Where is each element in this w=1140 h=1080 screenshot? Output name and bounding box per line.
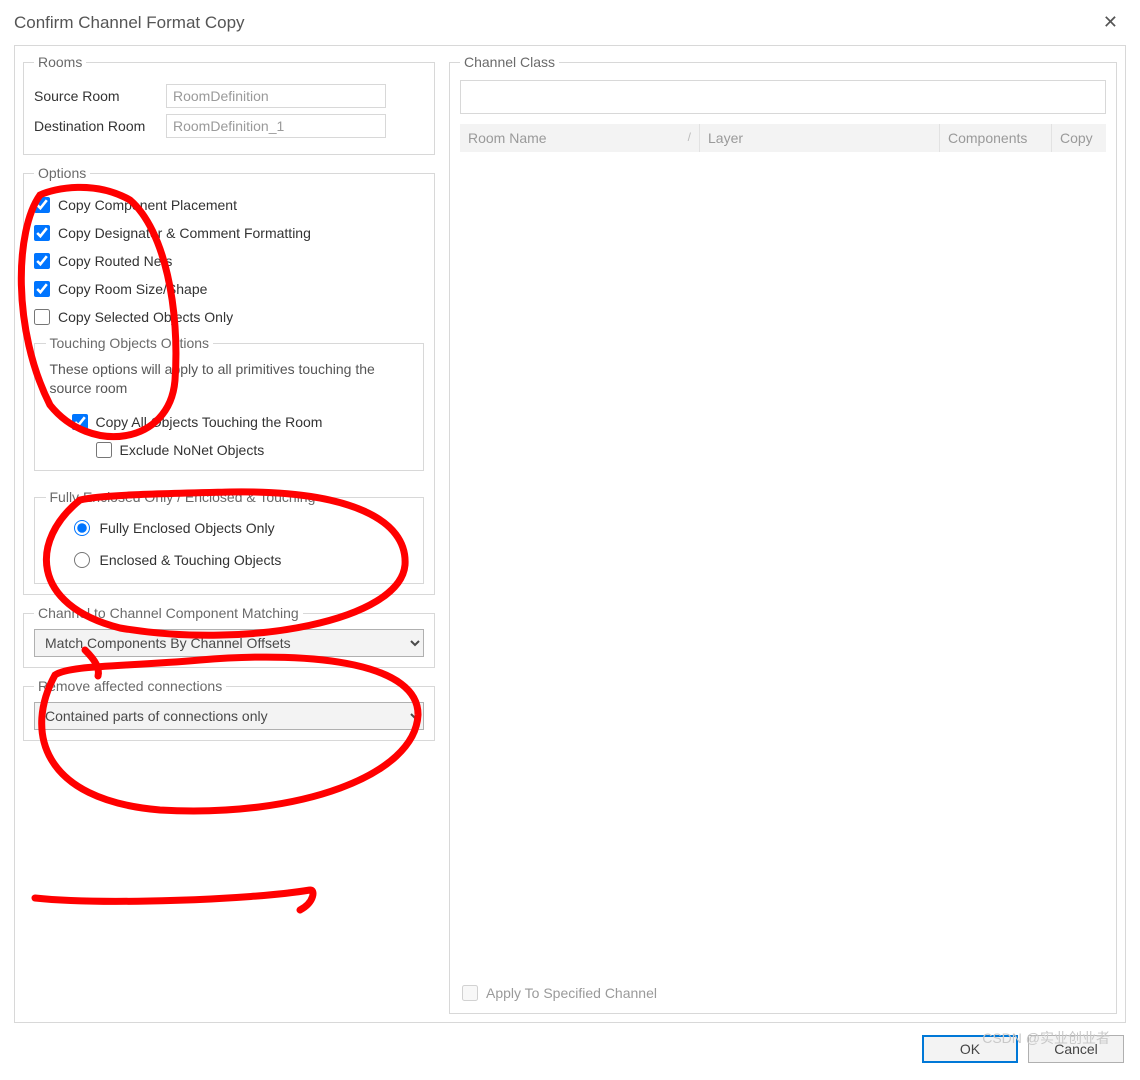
copy-selected-only-checkbox[interactable] bbox=[34, 309, 50, 325]
enclosed-touching-radio[interactable] bbox=[74, 552, 90, 568]
copy-routed-nets-checkbox[interactable] bbox=[34, 253, 50, 269]
options-group: Options Copy Component Placement Copy De… bbox=[23, 165, 435, 595]
apply-specified-channel-label: Apply To Specified Channel bbox=[486, 985, 657, 1001]
destination-room-input[interactable] bbox=[166, 114, 386, 138]
copy-selected-only-label: Copy Selected Objects Only bbox=[58, 309, 233, 325]
exclude-nonet-label: Exclude NoNet Objects bbox=[120, 442, 265, 458]
rooms-legend: Rooms bbox=[34, 54, 86, 70]
channel-class-group: Channel Class Room Name / Layer Componen… bbox=[449, 54, 1117, 1014]
enclosed-touching-label: Enclosed & Touching Objects bbox=[100, 552, 282, 568]
enclosed-legend: Fully Enclosed Only / Enclosed & Touchin… bbox=[46, 489, 320, 505]
fully-enclosed-label: Fully Enclosed Objects Only bbox=[100, 520, 275, 536]
touching-objects-desc: These options will apply to all primitiv… bbox=[46, 356, 413, 406]
dialog-body: Rooms Source Room Destination Room Optio… bbox=[14, 45, 1126, 1023]
apply-specified-channel-checkbox bbox=[462, 985, 478, 1001]
copy-component-placement-checkbox[interactable] bbox=[34, 197, 50, 213]
touching-objects-group: Touching Objects Options These options w… bbox=[34, 335, 424, 471]
copy-component-placement-label: Copy Component Placement bbox=[58, 197, 237, 213]
exclude-nonet-checkbox[interactable] bbox=[96, 442, 112, 458]
column-room-name[interactable]: Room Name / bbox=[460, 124, 700, 152]
copy-room-size-checkbox[interactable] bbox=[34, 281, 50, 297]
close-icon[interactable]: ✕ bbox=[1095, 8, 1126, 37]
window-title: Confirm Channel Format Copy bbox=[14, 13, 245, 33]
copy-all-touching-checkbox[interactable] bbox=[72, 414, 88, 430]
channel-class-legend: Channel Class bbox=[460, 54, 559, 70]
matching-legend: Channel to Channel Component Matching bbox=[34, 605, 303, 621]
channel-class-header: Room Name / Layer Components Copy bbox=[460, 124, 1106, 152]
source-room-input[interactable] bbox=[166, 84, 386, 108]
copy-all-touching-label: Copy All Objects Touching the Room bbox=[96, 414, 323, 430]
column-components[interactable]: Components bbox=[940, 124, 1052, 152]
copy-room-size-label: Copy Room Size/Shape bbox=[58, 281, 207, 297]
matching-select[interactable]: Match Components By Channel Offsets bbox=[34, 629, 424, 657]
destination-room-label: Destination Room bbox=[34, 118, 160, 134]
rooms-group: Rooms Source Room Destination Room bbox=[23, 54, 435, 155]
copy-routed-nets-label: Copy Routed Nets bbox=[58, 253, 172, 269]
copy-designator-label: Copy Designator & Comment Formatting bbox=[58, 225, 311, 241]
source-room-label: Source Room bbox=[34, 88, 160, 104]
options-legend: Options bbox=[34, 165, 90, 181]
matching-group: Channel to Channel Component Matching Ma… bbox=[23, 605, 435, 668]
remove-connections-select[interactable]: Contained parts of connections only bbox=[34, 702, 424, 730]
fully-enclosed-radio[interactable] bbox=[74, 520, 90, 536]
sort-indicator-icon: / bbox=[688, 130, 691, 146]
channel-class-body bbox=[460, 152, 1106, 981]
enclosed-group: Fully Enclosed Only / Enclosed & Touchin… bbox=[34, 489, 424, 584]
watermark: CSDN @实业创业者 bbox=[982, 1028, 1110, 1048]
remove-connections-legend: Remove affected connections bbox=[34, 678, 226, 694]
column-copy[interactable]: Copy bbox=[1052, 124, 1106, 152]
channel-class-searchbox[interactable] bbox=[460, 80, 1106, 114]
copy-designator-checkbox[interactable] bbox=[34, 225, 50, 241]
remove-connections-group: Remove affected connections Contained pa… bbox=[23, 678, 435, 741]
column-layer[interactable]: Layer bbox=[700, 124, 940, 152]
touching-objects-legend: Touching Objects Options bbox=[46, 335, 214, 351]
